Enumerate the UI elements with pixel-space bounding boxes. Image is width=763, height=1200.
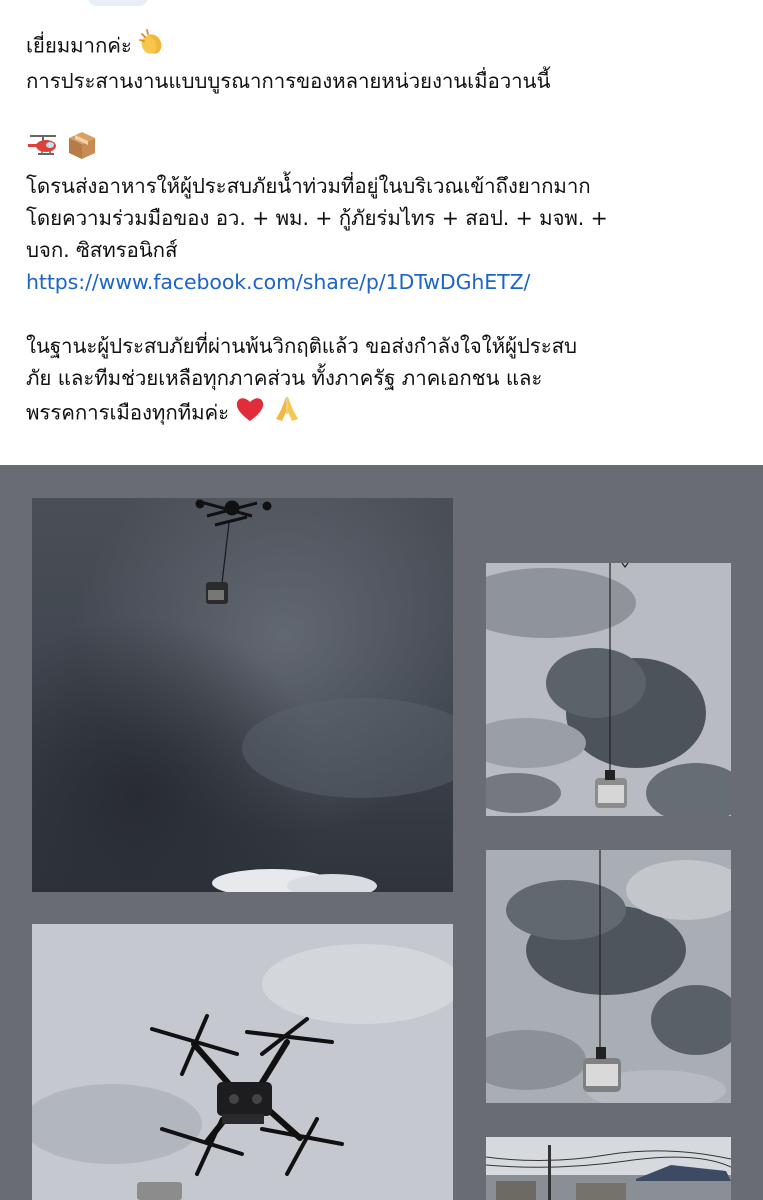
post-line-1: เยี่ยมมากค่ะ: [26, 28, 746, 65]
post-line-4: โดรนส่งอาหารให้ผู้ประสบภัยน้ำท่วมที่อยู่…: [26, 174, 591, 198]
photo-drone-with-package[interactable]: [32, 498, 453, 892]
post-line-8: ในฐานะผู้ประสบภัยที่ผ่านพ้นวิกฤติแล้ว ขอ…: [26, 334, 577, 358]
photo-package-on-line-2[interactable]: [486, 850, 731, 1103]
previous-item-pill: [88, 0, 148, 6]
post-line-2: การประสานงานแบบบูรณาการของหลายหน่วยงานเม…: [26, 69, 551, 93]
photo-grid: [0, 465, 763, 1200]
facebook-share-link[interactable]: https://www.facebook.com/share/p/1DTwDGh…: [26, 270, 530, 294]
red-heart-icon: [235, 395, 265, 432]
helicopter-icon: [26, 131, 60, 168]
post-text: เยี่ยมมากค่ะ การประสานงานแบบบูรณาการของห…: [26, 28, 746, 433]
photo-rooftops[interactable]: [486, 1137, 731, 1200]
photo-package-on-line-1[interactable]: [486, 563, 731, 816]
package-icon: [66, 129, 98, 170]
folded-hands-icon: [272, 394, 302, 433]
clapping-hands-icon: [138, 28, 166, 65]
post-line-6: บจก. ซิสทรอนิกส์: [26, 238, 178, 262]
post-line-emojis: [26, 129, 746, 170]
post-line-10: พรรคการเมืองทุกทีมค่ะ: [26, 394, 746, 433]
post-line-5: โดยความร่วมมือของ อว. + พม. + กู้ภัยร่มไ…: [26, 206, 608, 230]
photo-drone-closeup[interactable]: [32, 924, 453, 1200]
post-line-9: ภัย และทีมช่วยเหลือทุกภาคส่วน ทั้งภาครัฐ…: [26, 366, 543, 390]
